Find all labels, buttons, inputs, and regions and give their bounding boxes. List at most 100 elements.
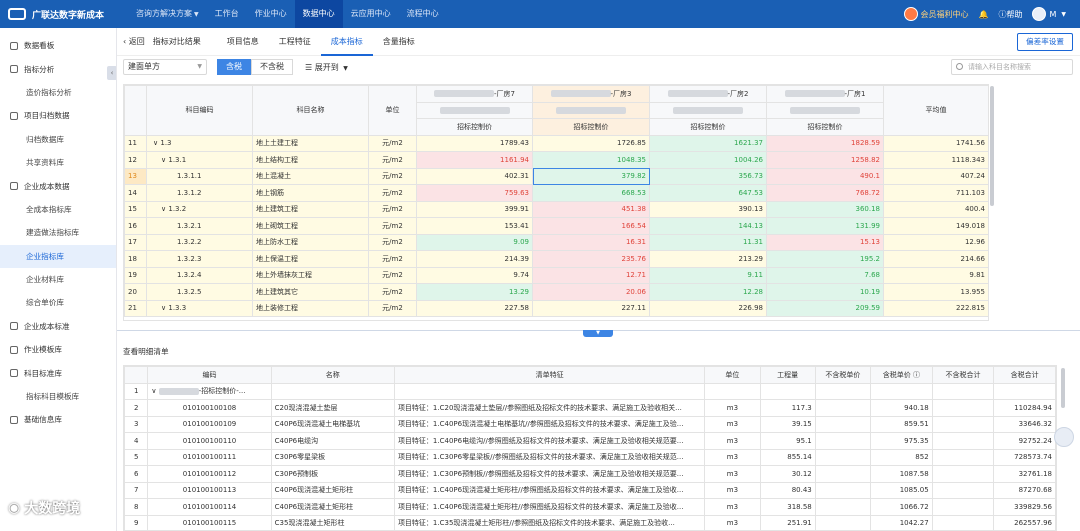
nav-process-center[interactable]: 流程中心 bbox=[399, 0, 447, 28]
indicator-value[interactable]: 131.99 bbox=[766, 217, 884, 235]
nav-solutions[interactable]: 咨询方解决方案 ▼ bbox=[128, 0, 207, 28]
tax-excluded-option[interactable]: 不含税 bbox=[251, 59, 293, 75]
tab-quantity-indicators[interactable]: 含量指标 bbox=[373, 28, 425, 56]
sidebar-item[interactable]: 科目标准库 bbox=[0, 361, 116, 384]
indicator-value[interactable]: 402.31 bbox=[416, 167, 533, 185]
indicator-value[interactable]: 1258.82 bbox=[766, 151, 884, 169]
sidebar-item[interactable]: 企业材料库 bbox=[0, 268, 116, 291]
indicator-value[interactable]: 1004.26 bbox=[649, 151, 767, 169]
sidebar-item[interactable]: 共享资料库 bbox=[0, 151, 116, 174]
indicator-value[interactable]: 144.13 bbox=[649, 217, 767, 235]
sidebar-item[interactable]: 造价指标分析 bbox=[0, 81, 116, 104]
indicator-value[interactable]: 213.29 bbox=[649, 250, 767, 268]
indicator-value[interactable]: 235.76 bbox=[532, 250, 650, 268]
logo[interactable]: 广联达数字新成本 bbox=[0, 8, 128, 21]
indicator-value[interactable]: 12.28 bbox=[649, 283, 767, 301]
indicator-value[interactable]: 10.19 bbox=[766, 283, 884, 301]
indicator-value[interactable]: 195.2 bbox=[766, 250, 884, 268]
indicator-value[interactable]: 226.98 bbox=[649, 299, 767, 317]
sidebar-item[interactable]: 归档数据库 bbox=[0, 128, 116, 151]
sidebar-item[interactable]: 指标科目模板库 bbox=[0, 385, 116, 408]
indicator-value[interactable]: 209.59 bbox=[766, 299, 884, 317]
table-row[interactable]: 2 010100100108 C20现浇混凝土垫层 项目特征：1.C20现浇混凝土垫层… bbox=[124, 399, 1056, 417]
indicator-value[interactable]: 20.06 bbox=[532, 283, 650, 301]
indicator-value[interactable]: 227.11 bbox=[532, 299, 650, 317]
table-row[interactable]: 6 010100100112 C30P6预制板 项目特征：1.C30P6预制板//参照… bbox=[124, 465, 1056, 483]
help-link[interactable]: ⓘ帮助 bbox=[998, 9, 1022, 20]
sidebar-item[interactable]: 基础信息库 bbox=[0, 408, 116, 431]
chevron-down-icon[interactable]: ∨ bbox=[151, 387, 158, 395]
table-row[interactable]: 4 010100100110 C40P6电缆沟 项目特征：1.C40P6电缆沟//参照… bbox=[124, 432, 1056, 450]
indicator-value[interactable]: 12.71 bbox=[532, 266, 650, 284]
sidebar-item[interactable]: 项目归档数据 bbox=[0, 104, 116, 127]
sidebar-item[interactable]: 作业模板库 bbox=[0, 338, 116, 361]
indicator-value[interactable]: 668.53 bbox=[532, 184, 650, 202]
table-row[interactable]: 7 010100100113 C40P6现浇混凝土矩形柱 项目特征：1.C40P6现浇… bbox=[124, 481, 1056, 499]
table-row[interactable]: 9 010100100115 C35现浇混凝土矩形柱 项目特征：1.C35现浇混凝土矩… bbox=[124, 514, 1056, 530]
member-benefits[interactable]: 会员福利中心 bbox=[903, 7, 969, 21]
sidebar-item[interactable]: 指标分析 bbox=[0, 57, 116, 80]
indicator-value[interactable]: 227.58 bbox=[416, 299, 533, 317]
user-menu[interactable]: M ▼ bbox=[1032, 7, 1066, 21]
indicator-value[interactable]: 9.74 bbox=[416, 266, 533, 284]
help-icon[interactable]: ⓘ bbox=[913, 371, 920, 379]
indicator-value[interactable]: 13.29 bbox=[416, 283, 533, 301]
indicator-value[interactable]: 153.41 bbox=[416, 217, 533, 235]
indicator-value[interactable]: 214.39 bbox=[416, 250, 533, 268]
sidebar-item[interactable]: 企业成本数据 bbox=[0, 174, 116, 197]
table-row[interactable]: 12 ∨ 1.3.1 地上结构工程 元/m2 1161.94 1048.35 1004.26… bbox=[124, 151, 988, 169]
indicator-value[interactable]: 7.68 bbox=[766, 266, 884, 284]
table-row[interactable]: 18 1.3.2.3 地上保温工程 元/m2 214.39 235.76 213.29 195… bbox=[124, 250, 988, 268]
indicator-value[interactable]: 360.18 bbox=[766, 200, 884, 218]
table-row[interactable]: 17 1.3.2.2 地上防水工程 元/m2 9.09 16.31 11.31 15.13 12… bbox=[124, 233, 988, 251]
indicator-value[interactable]: 9.11 bbox=[649, 266, 767, 284]
table-row[interactable]: 16 1.3.2.1 地上砌筑工程 元/m2 153.41 166.54 144.13 131… bbox=[124, 217, 988, 235]
indicator-value[interactable]: 1789.43 bbox=[416, 134, 533, 152]
indicator-value[interactable]: 1726.85 bbox=[532, 134, 650, 152]
sidebar-item[interactable]: 企业成本标准 bbox=[0, 315, 116, 338]
sidebar-item[interactable]: 数据看板 bbox=[0, 34, 116, 57]
sidebar-item[interactable]: 企业指标库 bbox=[0, 244, 116, 268]
upper-scrollbar[interactable] bbox=[990, 86, 994, 206]
indicator-value[interactable]: 1828.59 bbox=[766, 134, 884, 152]
sidebar-item[interactable]: 全成本指标库 bbox=[0, 198, 116, 221]
assistant-float-button[interactable] bbox=[1054, 427, 1074, 447]
table-row[interactable]: 8 010100100114 C40P6现浇混凝土矩形柱 项目特征：1.C40P6现浇… bbox=[124, 498, 1056, 516]
table-row[interactable]: 13 1.3.1.1 地上混凝土 元/m2 402.31 379.82 356.73 490.… bbox=[124, 167, 988, 185]
indicator-value[interactable]: 11.31 bbox=[649, 233, 767, 251]
tab-engineering-features[interactable]: 工程特征 bbox=[269, 28, 321, 56]
nav-cloud-apps[interactable]: 云应用中心 bbox=[343, 0, 399, 28]
sidebar-collapse-button[interactable]: ‹ bbox=[107, 66, 116, 80]
indicator-value[interactable]: 490.1 bbox=[766, 167, 884, 185]
table-row[interactable]: 21 ∨ 1.3.3 地上装修工程 元/m2 227.58 227.11 226.98 209… bbox=[124, 299, 988, 317]
sidebar-item[interactable]: 建造做法指标库 bbox=[0, 221, 116, 244]
indicator-value[interactable]: 399.91 bbox=[416, 200, 533, 218]
bell-icon[interactable]: 🔔 bbox=[979, 10, 989, 19]
indicator-value[interactable]: 390.13 bbox=[649, 200, 767, 218]
nav-data-center[interactable]: 数据中心 bbox=[294, 0, 343, 28]
panel-splitter[interactable]: ▼ bbox=[117, 330, 1080, 337]
table-row[interactable]: 3 010100100109 C40P6现浇混凝土电梯基坑 项目特征：1.C40P6现… bbox=[124, 415, 1056, 433]
indicator-value[interactable]: 1161.94 bbox=[416, 151, 533, 169]
nav-workbench[interactable]: 工作台 bbox=[207, 0, 247, 28]
group-row[interactable]: 1 ∨ -招标控制价-... bbox=[124, 382, 1056, 400]
table-row[interactable]: 19 1.3.2.4 地上外墙抹灰工程 元/m2 9.74 12.71 9.11 7.68 9.… bbox=[124, 266, 988, 284]
table-row[interactable]: 15 ∨ 1.3.2 地上建筑工程 元/m2 399.91 451.38 390.13 360… bbox=[124, 200, 988, 218]
tab-project-info[interactable]: 项目信息 bbox=[217, 28, 269, 56]
tab-cost-indicators[interactable]: 成本指标 bbox=[320, 28, 373, 56]
table-row[interactable]: 11 ∨ 1.3 地上土建工程 元/m2 1789.43 1726.85 1621.37 18… bbox=[124, 134, 988, 152]
expand-to-dropdown[interactable]: ☰ 展开到 ▼ bbox=[305, 62, 348, 73]
subject-search-input[interactable]: 请输入科目名称搜索 bbox=[951, 59, 1073, 75]
indicator-value[interactable]: 768.72 bbox=[766, 184, 884, 202]
indicator-value[interactable]: 16.31 bbox=[532, 233, 650, 251]
indicator-value[interactable]: 166.54 bbox=[532, 217, 650, 235]
back-button[interactable]: ‹ 返回 bbox=[117, 36, 145, 47]
table-row[interactable]: 5 010100100111 C30P6零星梁板 项目特征：1.C30P6零星梁板//… bbox=[124, 448, 1056, 466]
indicator-value[interactable]: 451.38 bbox=[532, 200, 650, 218]
indicator-value[interactable]: 356.73 bbox=[649, 167, 767, 185]
indicator-value[interactable]: 379.82 bbox=[532, 167, 650, 185]
indicator-value[interactable]: 1048.35 bbox=[532, 151, 650, 169]
indicator-value[interactable]: 15.13 bbox=[766, 233, 884, 251]
metric-dropdown[interactable]: 建面单方 ▼ bbox=[123, 59, 207, 75]
chevron-down-icon[interactable]: ▼ bbox=[583, 330, 613, 337]
